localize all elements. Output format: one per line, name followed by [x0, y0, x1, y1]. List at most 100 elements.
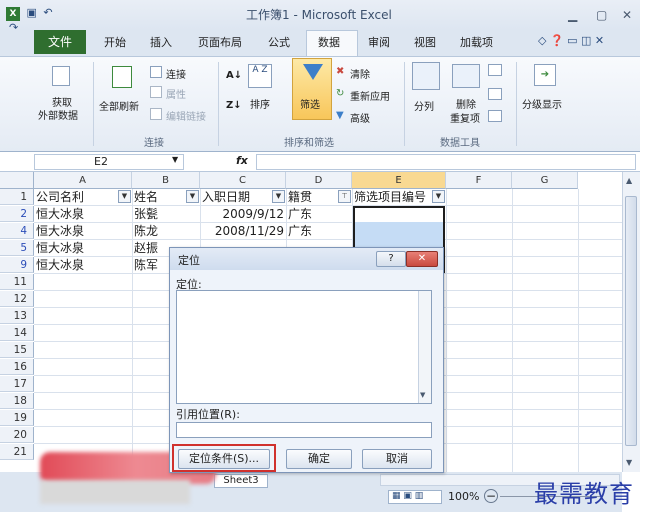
filter-dropdown-icon[interactable]: ▼ — [432, 190, 445, 203]
row-header[interactable]: 19 — [0, 410, 34, 426]
row-header[interactable]: 5 — [0, 240, 34, 256]
cell-c[interactable]: 2008/11/29 — [202, 223, 284, 239]
column-header-a[interactable]: A — [34, 172, 132, 189]
row-header[interactable]: 2 — [0, 206, 34, 222]
sheet-tab[interactable]: Sheet3 — [214, 474, 268, 488]
sort-ascending-icon[interactable]: A↓ — [226, 70, 242, 81]
normal-view-icon[interactable]: ▦ ▣ ▥ — [392, 491, 423, 501]
cell-a[interactable]: 恒大冰泉 — [36, 223, 130, 239]
maximize-icon[interactable]: ▢ — [596, 8, 607, 22]
sort-button[interactable]: 排序 — [250, 96, 270, 111]
fx-icon[interactable]: fx — [236, 154, 248, 167]
column-header-c[interactable]: C — [200, 172, 286, 189]
tab-addins[interactable]: 加载项 — [460, 34, 493, 50]
goto-special-button[interactable]: 定位条件(S)... — [178, 449, 270, 469]
row-header[interactable]: 4 — [0, 223, 34, 239]
cell-a1[interactable]: 公司名利 — [36, 189, 118, 205]
row-header[interactable]: 18 — [0, 393, 34, 409]
remove-duplicates-icon — [452, 64, 480, 88]
name-box-dropdown-icon[interactable]: ▼ — [172, 155, 178, 164]
get-external-label-2[interactable]: 外部数据 — [38, 107, 78, 122]
consolidate-icon[interactable] — [488, 88, 502, 100]
name-box[interactable] — [34, 154, 184, 170]
goto-list-scroll-down-icon[interactable]: ▼ — [420, 391, 425, 399]
data-validation-icon[interactable] — [488, 64, 502, 76]
goto-list[interactable] — [176, 290, 432, 404]
column-header-b[interactable]: B — [132, 172, 200, 189]
outline-button[interactable]: 分级显示 — [522, 96, 562, 111]
cell-d1[interactable]: 籍贯 — [288, 189, 336, 205]
tab-page-layout[interactable]: 页面布局 — [198, 34, 242, 50]
advanced-button[interactable]: 高级 — [350, 110, 370, 125]
cell-a[interactable]: 恒大冰泉 — [36, 206, 130, 222]
reapply-button[interactable]: 重新应用 — [350, 88, 390, 103]
filter-active-icon[interactable]: ⊤ — [338, 190, 351, 203]
scroll-up-icon[interactable]: ▲ — [626, 176, 632, 185]
cell-a[interactable]: 恒大冰泉 — [36, 257, 130, 273]
cell-a[interactable]: 恒大冰泉 — [36, 240, 130, 256]
text-to-columns-button[interactable]: 分列 — [414, 98, 434, 113]
cell-c[interactable]: 2009/9/12 — [202, 206, 284, 222]
tab-view[interactable]: 视图 — [414, 34, 436, 50]
cell-b[interactable]: 张甏 — [134, 206, 198, 222]
undo-icon[interactable]: ↶ — [43, 6, 52, 19]
remove-duplicates-label-2[interactable]: 重复项 — [450, 110, 480, 125]
filter-dropdown-icon[interactable]: ▼ — [186, 190, 199, 203]
clear-button[interactable]: 清除 — [350, 66, 370, 81]
cancel-button[interactable]: 取消 — [362, 449, 432, 469]
cell-c1[interactable]: 入职日期 — [202, 189, 270, 205]
filter-dropdown-icon[interactable]: ▼ — [118, 190, 131, 203]
row-header[interactable]: 21 — [0, 444, 34, 460]
remove-duplicates-label-1[interactable]: 删除 — [456, 96, 476, 111]
reference-input[interactable] — [176, 422, 432, 438]
grid-line — [132, 189, 133, 472]
window-title: 工作簿1 - Microsoft Excel — [246, 8, 392, 22]
ribbon-separator — [93, 62, 94, 146]
filter-dropdown-icon[interactable]: ▼ — [272, 190, 285, 203]
tab-insert[interactable]: 插入 — [150, 34, 172, 50]
cell-b[interactable]: 陈龙 — [134, 223, 198, 239]
cell-b1[interactable]: 姓名 — [134, 189, 184, 205]
what-if-icon[interactable] — [488, 110, 502, 122]
active-cell-e2[interactable] — [355, 208, 443, 222]
column-header-f[interactable]: F — [446, 172, 512, 189]
help-icon[interactable]: ◇ ❓ ▭ ◫ ✕ — [538, 34, 604, 47]
row-header[interactable]: 20 — [0, 427, 34, 443]
zoom-out-icon[interactable]: − — [484, 489, 498, 503]
row-header[interactable]: 16 — [0, 359, 34, 375]
row-header[interactable]: 15 — [0, 342, 34, 358]
tab-review[interactable]: 审阅 — [368, 34, 390, 50]
row-header[interactable]: 17 — [0, 376, 34, 392]
tab-home[interactable]: 开始 — [104, 34, 126, 50]
scroll-down-icon[interactable]: ▼ — [626, 458, 632, 467]
minimize-icon[interactable]: ▁ — [568, 8, 577, 22]
select-all-corner[interactable] — [0, 172, 34, 189]
save-icon[interactable]: ▣ — [27, 6, 37, 19]
refresh-all-button[interactable]: 全部刷新 — [99, 98, 139, 113]
row-header[interactable]: 13 — [0, 308, 34, 324]
cell-d[interactable]: 广东 — [288, 223, 350, 239]
sort-descending-icon[interactable]: Z↓ — [226, 100, 242, 111]
close-window-icon[interactable]: ✕ — [622, 8, 632, 22]
tab-data[interactable]: 数据 — [318, 34, 340, 50]
column-header-d[interactable]: D — [286, 172, 352, 189]
column-header-g[interactable]: G — [512, 172, 578, 189]
goto-list-scrollbar[interactable] — [418, 291, 431, 403]
tab-file[interactable]: 文件 — [34, 30, 86, 54]
cell-d[interactable]: 广东 — [288, 206, 350, 222]
row-header[interactable]: 11 — [0, 274, 34, 290]
tab-formulas[interactable]: 公式 — [268, 34, 290, 50]
row-header[interactable]: 12 — [0, 291, 34, 307]
connections-button[interactable]: 连接 — [166, 66, 186, 81]
row-header[interactable]: 14 — [0, 325, 34, 341]
column-header-e[interactable]: E — [352, 172, 446, 189]
dialog-close-button[interactable]: ✕ — [406, 251, 438, 267]
ok-button[interactable]: 确定 — [286, 449, 352, 469]
formula-input[interactable] — [256, 154, 636, 170]
excel-logo-icon: X — [6, 7, 20, 21]
dialog-help-button[interactable]: ? — [376, 251, 406, 267]
row-header[interactable]: 1 — [0, 189, 34, 205]
cell-e1[interactable]: 筛选项目编号 — [354, 189, 432, 205]
row-header[interactable]: 9 — [0, 257, 34, 273]
scrollbar-thumb[interactable] — [625, 196, 637, 446]
